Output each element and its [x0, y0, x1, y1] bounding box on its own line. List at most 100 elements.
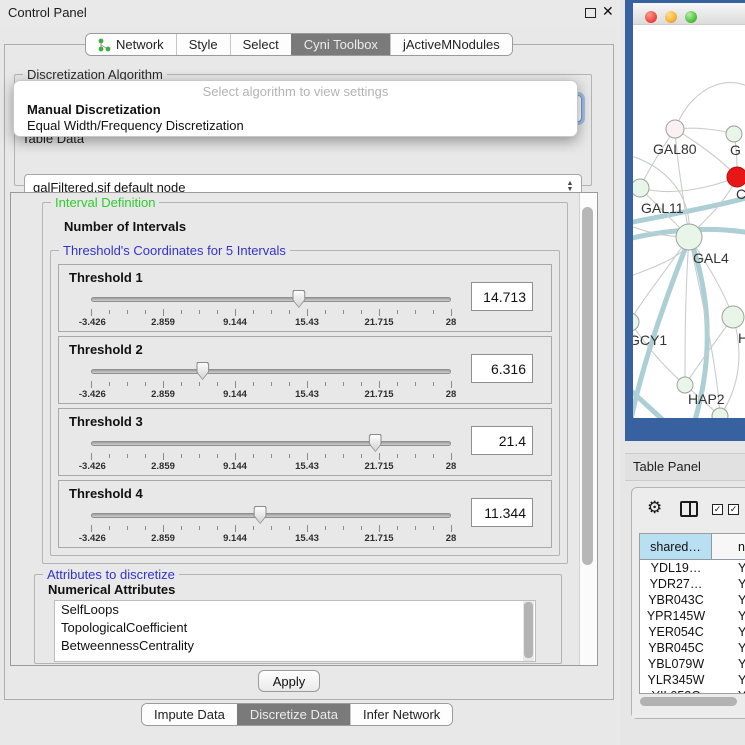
close-traffic-light-icon[interactable]: [645, 11, 657, 23]
network-edge[interactable]: [640, 177, 737, 192]
table-row[interactable]: YLR345WYLR3: [640, 672, 745, 688]
column-header-1[interactable]: shared…: [640, 534, 712, 560]
tick-mark: [199, 310, 200, 314]
table-row[interactable]: YDL19…YDL1: [640, 560, 745, 576]
network-edge[interactable]: [675, 83, 745, 129]
split-columns-icon[interactable]: [680, 501, 698, 517]
table-cell: YBL0: [712, 656, 745, 672]
slider-thumb[interactable]: [292, 290, 305, 308]
table-row[interactable]: YIL053CYIL0: [640, 688, 745, 694]
list-item[interactable]: SelfLoops: [55, 601, 535, 619]
checkbox-icon[interactable]: ✓: [712, 504, 723, 515]
tab-label: Style: [189, 37, 218, 52]
tick-mark: [181, 526, 182, 530]
slider-thumb[interactable]: [369, 434, 382, 452]
network-node-c[interactable]: [727, 167, 745, 187]
tick-mark: [397, 310, 398, 314]
threshold-label: Threshold 2: [69, 342, 143, 357]
numerical-attributes-list[interactable]: SelfLoopsTopologicalCoefficientBetweenne…: [54, 600, 536, 662]
tab-select[interactable]: Select: [230, 34, 291, 55]
close-icon[interactable]: ✕: [602, 3, 614, 20]
threshold-value-field[interactable]: 6.316: [471, 354, 533, 383]
tick-mark: [289, 526, 290, 530]
node-attribute-table[interactable]: shared…na YDL19…YDL1YDR27…YDR2YBR043CYBR…: [639, 533, 745, 694]
tab-discretize-data[interactable]: Discretize Data: [237, 704, 350, 725]
tab-network[interactable]: Network: [86, 34, 176, 55]
tick-mark: [163, 453, 164, 460]
node-label: GAL80: [653, 141, 697, 157]
gear-icon[interactable]: ⚙: [647, 498, 662, 518]
table-row[interactable]: YBL079WYBL0: [640, 656, 745, 672]
tick-label: 15.43: [295, 389, 319, 400]
slider-thumb[interactable]: [254, 506, 267, 524]
threshold-value-field[interactable]: 21.4: [471, 426, 533, 455]
horizontal-scrollbar[interactable]: [640, 697, 744, 706]
table-panel-footer: [632, 711, 745, 718]
table-row[interactable]: YBR043CYBR0: [640, 592, 745, 608]
slider-tick-labels: -3.4262.8599.14415.4321.71528: [91, 389, 451, 400]
column-header-2[interactable]: na: [712, 534, 745, 560]
table-row[interactable]: YDR27…YDR2: [640, 576, 745, 592]
slider-track[interactable]: [91, 369, 451, 374]
table-row[interactable]: YER054CYER0: [640, 624, 745, 640]
slider-ticks: [91, 381, 451, 389]
tick-mark: [361, 526, 362, 530]
tick-mark: [253, 454, 254, 458]
tick-mark: [397, 454, 398, 458]
network-node-g[interactable]: [726, 126, 742, 142]
tick-mark: [91, 453, 92, 460]
node-label: HAP2: [688, 391, 725, 407]
checkbox-icon[interactable]: ✓: [728, 504, 739, 515]
tick-mark: [451, 453, 452, 460]
tick-mark: [145, 310, 146, 314]
tick-label: 15.43: [295, 533, 319, 544]
threshold-slider-1[interactable]: [91, 289, 451, 309]
threshold-slider-4[interactable]: [91, 505, 451, 525]
network-node-gal4[interactable]: [676, 224, 702, 250]
horizontal-scrollbar-thumb[interactable]: [640, 697, 737, 706]
attributes-scrollbar-thumb[interactable]: [524, 602, 533, 658]
slider-thumb[interactable]: [196, 362, 209, 380]
list-item[interactable]: BetweennessCentrality: [55, 637, 535, 655]
table-row[interactable]: YPR145WYPR1: [640, 608, 745, 624]
network-node-gal11[interactable]: [633, 179, 649, 197]
list-item[interactable]: TopologicalCoefficient: [55, 619, 535, 637]
tick-mark: [307, 381, 308, 388]
network-node-gcy1[interactable]: [633, 313, 639, 331]
slider-track[interactable]: [91, 297, 451, 302]
threshold-slider-2[interactable]: [91, 361, 451, 381]
dropdown-item[interactable]: Manual Discretization: [14, 101, 577, 117]
slider-track[interactable]: [91, 513, 451, 518]
tick-mark: [145, 526, 146, 530]
table-panel-title: Table Panel: [633, 459, 701, 474]
network-node-h[interactable]: [722, 306, 744, 328]
tab-jactivemnodules[interactable]: jActiveMNodules: [390, 34, 512, 55]
tick-mark: [163, 309, 164, 316]
float-window-icon[interactable]: [585, 8, 596, 18]
tick-mark: [127, 310, 128, 314]
minimize-traffic-light-icon[interactable]: [665, 11, 677, 23]
threshold-value-field[interactable]: 14.713: [471, 282, 533, 311]
algorithm-dropdown-popup: Select algorithm to view settings Manual…: [13, 80, 578, 137]
tick-mark: [343, 382, 344, 386]
zoom-traffic-light-icon[interactable]: [685, 11, 697, 23]
dropdown-item[interactable]: Equal Width/Frequency Discretization: [14, 117, 577, 133]
tab-cyni-toolbox[interactable]: Cyni Toolbox: [291, 34, 390, 55]
slider-track[interactable]: [91, 441, 451, 446]
network-canvas[interactable]: GAL80GCGAL11GAL4GCY1HHAP2: [633, 25, 745, 418]
network-edge[interactable]: [685, 237, 689, 385]
tab-infer-network[interactable]: Infer Network: [350, 704, 452, 725]
tick-label: 9.144: [223, 389, 247, 400]
tab-impute-data[interactable]: Impute Data: [142, 704, 237, 725]
apply-button[interactable]: Apply: [258, 670, 320, 692]
tab-style[interactable]: Style: [176, 34, 230, 55]
tick-mark: [397, 526, 398, 530]
table-cell: YBR0: [712, 592, 745, 608]
table-row[interactable]: YBR045CYBR0: [640, 640, 745, 656]
network-node-gal80[interactable]: [666, 120, 684, 138]
threshold-slider-3[interactable]: [91, 433, 451, 453]
threshold-value-field[interactable]: 11.344: [471, 498, 533, 527]
vertical-scrollbar-thumb[interactable]: [582, 207, 593, 565]
tick-mark: [91, 309, 92, 316]
network-node[interactable]: [712, 408, 728, 418]
